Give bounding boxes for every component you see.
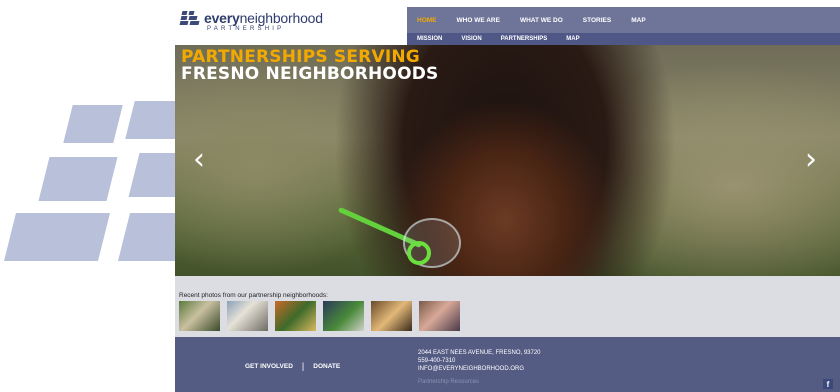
- photo-thumbnail[interactable]: [419, 301, 460, 331]
- photo-thumbnail[interactable]: [179, 301, 220, 331]
- footer-separator: |: [301, 361, 305, 371]
- subnav-item-vision[interactable]: VISION: [461, 36, 481, 42]
- sub-nav: MISSION VISION PARTNERSHIPS MAP: [407, 33, 840, 45]
- site-logo[interactable]: everyneighborhood: [179, 10, 323, 26]
- subnav-item-partnerships[interactable]: PARTNERSHIPS: [501, 36, 548, 42]
- logo-subtitle: PARTNERSHIP: [207, 26, 285, 32]
- logo-word-light: neighborhood: [239, 10, 323, 26]
- site-footer: GET INVOLVED | DONATE 2044 EAST NEES AVE…: [175, 337, 840, 392]
- subnav-item-map[interactable]: MAP: [566, 36, 579, 42]
- photo-thumbnails: [179, 301, 467, 331]
- photo-thumbnail[interactable]: [371, 301, 412, 331]
- main-nav: HOME WHO WE ARE WHAT WE DO STORIES MAP: [407, 7, 840, 33]
- hero-slider: PARTNERSHIPS SERVING FRESNO NEIGHBORHOOD…: [175, 45, 840, 276]
- contact-address: 2044 EAST NEES AVENUE, FRESNO, 93720 559…: [418, 349, 541, 373]
- nav-item-who-we-are[interactable]: WHO WE ARE: [457, 17, 500, 24]
- nav-item-map[interactable]: MAP: [631, 17, 645, 24]
- logo-wordmark: everyneighborhood: [204, 10, 323, 26]
- photo-thumbnail[interactable]: [227, 301, 268, 331]
- nav-item-stories[interactable]: STORIES: [583, 17, 611, 24]
- logo-mark-icon: [179, 11, 200, 25]
- phone-number: 559-400-7310: [418, 358, 456, 364]
- hero-image-detail: [407, 241, 431, 265]
- partnership-resources-link[interactable]: Partnership Resources: [418, 379, 479, 385]
- facebook-icon[interactable]: f: [823, 379, 833, 389]
- logo-word-bold: every: [204, 10, 240, 26]
- get-involved-link[interactable]: GET INVOLVED: [245, 363, 293, 370]
- background-logo-graphic: [0, 95, 190, 295]
- recent-photos-label: Recent photos from our partnership neigh…: [179, 292, 328, 299]
- chevron-right-icon[interactable]: ›: [805, 145, 817, 175]
- hero-title: PARTNERSHIPS SERVING FRESNO NEIGHBORHOOD…: [181, 49, 439, 83]
- address-line: 2044 EAST NEES AVENUE, FRESNO, 93720: [418, 350, 541, 356]
- recent-photos-section: Recent photos from our partnership neigh…: [175, 276, 840, 337]
- hero-title-line2: FRESNO NEIGHBORHOODS: [181, 64, 439, 84]
- subnav-item-mission[interactable]: MISSION: [417, 36, 442, 42]
- photo-thumbnail[interactable]: [275, 301, 316, 331]
- chevron-left-icon[interactable]: ‹: [193, 145, 205, 175]
- photo-thumbnail[interactable]: [323, 301, 364, 331]
- footer-links: GET INVOLVED | DONATE: [245, 361, 340, 371]
- nav-item-what-we-do[interactable]: WHAT WE DO: [520, 17, 563, 24]
- email-link[interactable]: INFO@EVERYNEIGHBORHOOD.ORG: [418, 365, 541, 373]
- nav-item-home[interactable]: HOME: [417, 17, 437, 24]
- donate-link[interactable]: DONATE: [313, 363, 340, 370]
